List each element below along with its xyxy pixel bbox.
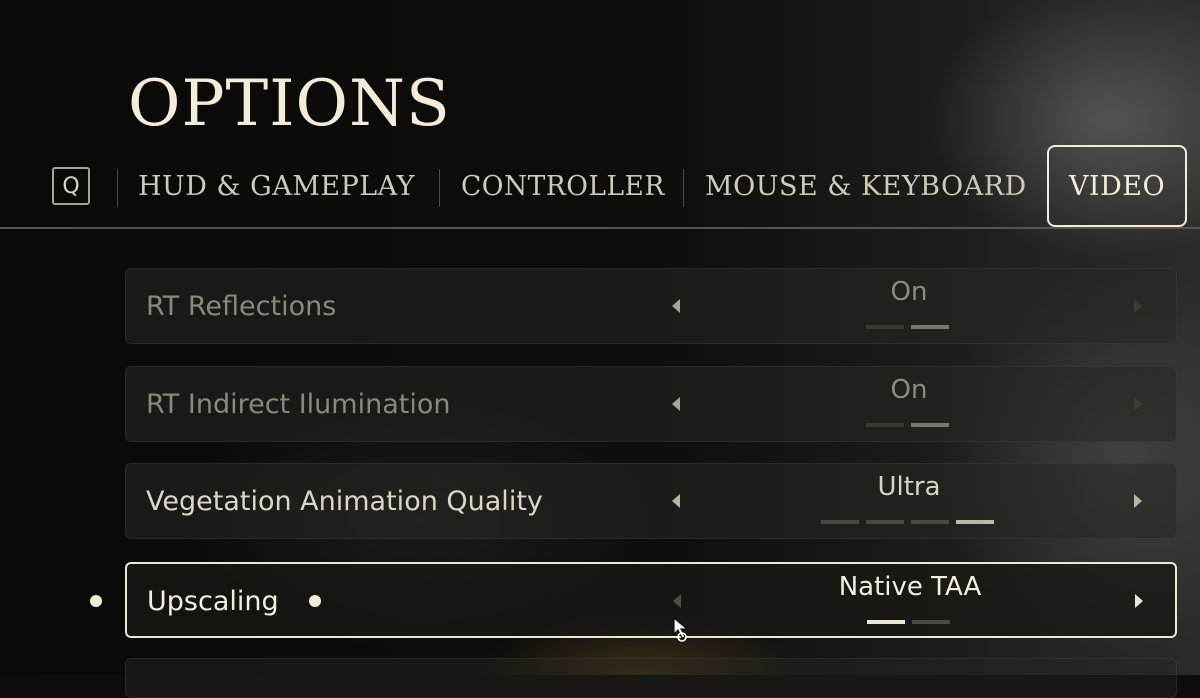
setting-label: RT Reflections bbox=[146, 291, 337, 322]
tab-divider bbox=[0, 227, 1200, 229]
step-indicator bbox=[866, 325, 949, 329]
page-title: OPTIONS bbox=[128, 67, 451, 141]
step-indicator bbox=[821, 520, 994, 524]
tab-separator bbox=[117, 169, 118, 207]
arrow-left-icon[interactable] bbox=[672, 299, 680, 313]
q-key-hint[interactable]: Q bbox=[52, 167, 90, 205]
tab-mouse-keyboard[interactable]: MOUSE & KEYBOARD bbox=[705, 171, 1027, 205]
selection-dot-icon bbox=[90, 595, 102, 607]
arrow-right-icon[interactable] bbox=[1134, 397, 1142, 411]
setting-label: RT Indirect Ilumination bbox=[146, 389, 451, 420]
setting-value: On bbox=[890, 375, 928, 405]
setting-value: On bbox=[890, 277, 928, 307]
step-pip bbox=[821, 520, 859, 524]
step-pip bbox=[912, 620, 950, 624]
tab-separator bbox=[439, 169, 440, 207]
arrow-left-icon[interactable] bbox=[672, 397, 680, 411]
tab-video[interactable]: VIDEO bbox=[1047, 145, 1187, 227]
setting-vegetation-animation-quality[interactable]: Vegetation Animation Quality Ultra bbox=[125, 463, 1177, 539]
step-pip bbox=[866, 325, 904, 329]
step-pip-active bbox=[956, 520, 994, 524]
setting-value: Ultra bbox=[877, 472, 941, 502]
step-indicator bbox=[866, 423, 949, 427]
tab-bar: Q HUD & GAMEPLAY CONTROLLER MOUSE & KEYB… bbox=[0, 145, 1200, 227]
tab-hud-gameplay[interactable]: HUD & GAMEPLAY bbox=[138, 171, 415, 205]
mouse-cursor-icon bbox=[673, 617, 689, 642]
step-pip bbox=[866, 520, 904, 524]
info-dot-icon bbox=[309, 595, 321, 607]
arrow-right-icon[interactable] bbox=[1134, 299, 1142, 313]
step-pip bbox=[911, 520, 949, 524]
setting-label: Vegetation Animation Quality bbox=[146, 486, 543, 517]
step-pip-active bbox=[911, 423, 949, 427]
arrow-right-icon[interactable] bbox=[1135, 594, 1143, 608]
step-pip-active bbox=[867, 620, 905, 624]
tab-controller[interactable]: CONTROLLER bbox=[461, 171, 665, 205]
setting-rt-reflections[interactable]: RT Reflections On bbox=[125, 268, 1177, 344]
setting-next-partial[interactable] bbox=[125, 658, 1177, 698]
step-pip bbox=[866, 423, 904, 427]
setting-value: Native TAA bbox=[838, 572, 982, 602]
arrow-left-icon[interactable] bbox=[672, 494, 680, 508]
arrow-left-icon[interactable] bbox=[673, 594, 681, 608]
setting-label: Upscaling bbox=[147, 586, 279, 617]
step-pip-active bbox=[911, 325, 949, 329]
setting-rt-indirect-illumination[interactable]: RT Indirect Ilumination On bbox=[125, 366, 1177, 442]
arrow-right-icon[interactable] bbox=[1134, 494, 1142, 508]
step-indicator bbox=[867, 620, 950, 624]
setting-upscaling[interactable]: Upscaling Native TAA bbox=[125, 562, 1177, 638]
tab-separator bbox=[683, 169, 684, 207]
